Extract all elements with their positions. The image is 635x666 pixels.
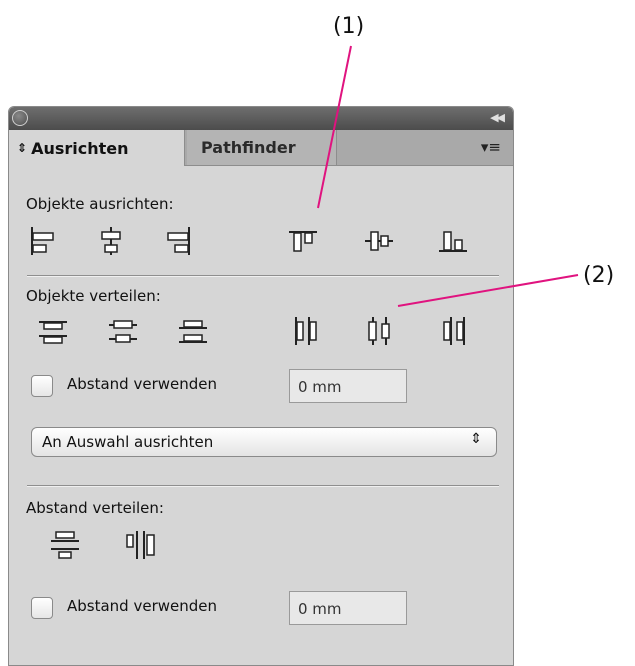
distribute-vertical-centers-icon[interactable] xyxy=(105,313,141,349)
align-panel: ◀◀ ⇕ Ausrichten Pathfinder ▾≡ Objekte au… xyxy=(8,106,514,666)
updown-arrows-icon: ⇕ xyxy=(470,431,482,447)
section-label-spacing: Abstand verteilen: xyxy=(26,499,164,517)
close-icon[interactable] xyxy=(12,110,28,126)
distribute-vertical-space-icon[interactable] xyxy=(47,527,83,563)
distribute-bottom-edges-icon[interactable] xyxy=(175,313,211,349)
align-to-select[interactable]: An Auswahl ausrichten ⇕ xyxy=(31,427,497,457)
tab-strip: ⇕ Ausrichten Pathfinder ▾≡ xyxy=(9,130,513,166)
align-top-edges-icon[interactable] xyxy=(285,223,321,259)
align-left-edges-icon[interactable] xyxy=(23,223,59,259)
align-horizontal-centers-icon[interactable] xyxy=(93,223,129,259)
tab-ausrichten[interactable]: ⇕ Ausrichten xyxy=(9,130,185,166)
use-spacing-checkbox-2[interactable] xyxy=(31,597,53,619)
distribute-right-edges-icon[interactable] xyxy=(437,313,473,349)
callout-2-label: (2) xyxy=(583,263,615,288)
sort-arrows-icon: ⇕ xyxy=(17,141,28,155)
panel-menu-icon[interactable]: ▾≡ xyxy=(481,138,501,156)
use-spacing-label-2: Abstand verwenden xyxy=(67,597,217,615)
align-to-value: An Auswahl ausrichten xyxy=(42,433,214,451)
panel-titlebar: ◀◀ xyxy=(9,107,513,130)
divider-1 xyxy=(27,275,499,277)
collapse-double-arrow-icon[interactable]: ◀◀ xyxy=(490,111,505,124)
distribute-top-edges-icon[interactable] xyxy=(35,313,71,349)
divider-2 xyxy=(27,485,499,487)
tab-pathfinder[interactable]: Pathfinder xyxy=(187,130,337,165)
callout-1-label: (1) xyxy=(333,14,365,39)
distribute-left-edges-icon[interactable] xyxy=(287,313,323,349)
use-spacing-label-1: Abstand verwenden xyxy=(67,375,217,393)
align-vertical-centers-icon[interactable] xyxy=(361,223,397,259)
distribute-horizontal-space-icon[interactable] xyxy=(123,527,159,563)
section-label-align: Objekte ausrichten: xyxy=(26,195,174,213)
align-bottom-edges-icon[interactable] xyxy=(435,223,471,259)
distribute-horizontal-centers-icon[interactable] xyxy=(361,313,397,349)
spacing-input-2[interactable]: 0 mm xyxy=(289,591,407,625)
spacing-input-1[interactable]: 0 mm xyxy=(289,369,407,403)
use-spacing-checkbox-1[interactable] xyxy=(31,375,53,397)
section-label-distribute: Objekte verteilen: xyxy=(26,287,161,305)
align-right-edges-icon[interactable] xyxy=(161,223,197,259)
tab-ausrichten-label: Ausrichten xyxy=(31,138,129,158)
tab-pathfinder-label: Pathfinder xyxy=(201,138,296,157)
